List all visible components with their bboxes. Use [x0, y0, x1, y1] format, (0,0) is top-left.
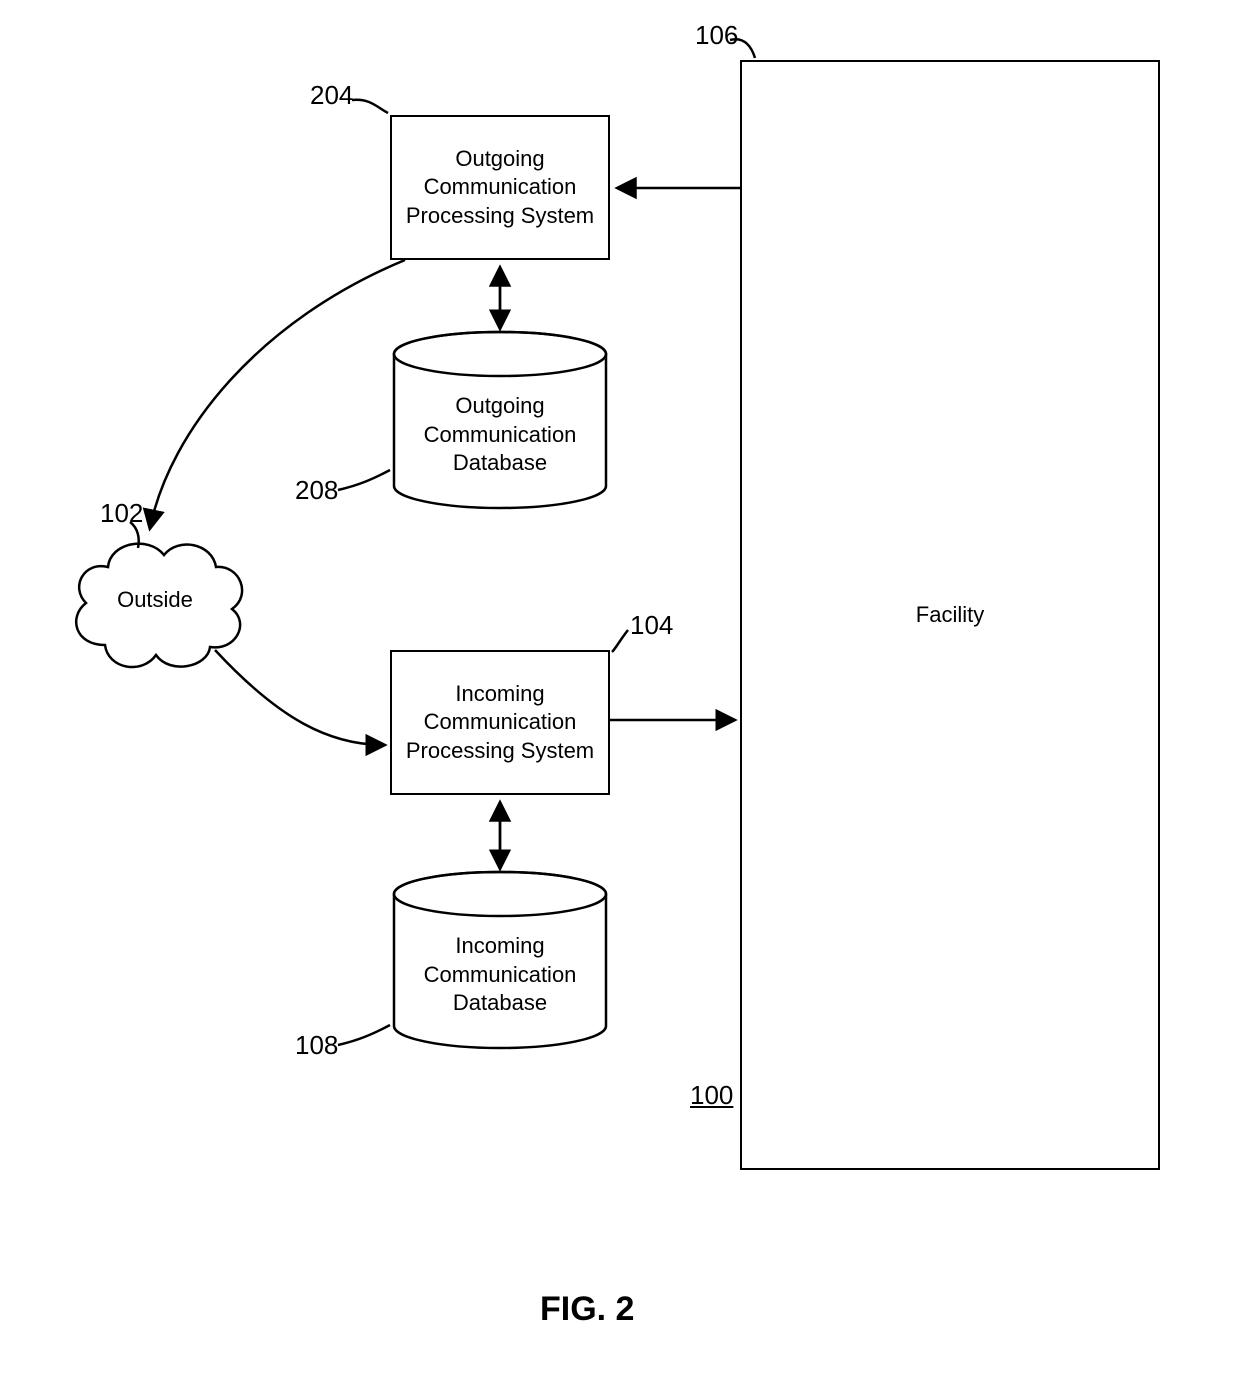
ref-102: 102 — [100, 498, 143, 529]
ref-204: 204 — [310, 80, 353, 111]
ref-208: 208 — [295, 475, 338, 506]
facility-box: Facility — [740, 60, 1160, 1170]
ref-108: 108 — [295, 1030, 338, 1061]
ref-104: 104 — [630, 610, 673, 641]
outside-label: Outside — [60, 587, 250, 613]
incoming-system-box: IncomingCommunicationProcessing System — [390, 650, 610, 795]
figure-caption: FIG. 2 — [540, 1290, 634, 1329]
outgoing-db-label: OutgoingCommunicationDatabase — [390, 392, 610, 478]
outgoing-system-label: OutgoingCommunicationProcessing System — [400, 139, 600, 237]
incoming-db-label: IncomingCommunicationDatabase — [390, 932, 610, 1018]
outside-cloud: Outside — [60, 525, 250, 680]
facility-label: Facility — [910, 595, 990, 636]
ref-100: 100 — [690, 1080, 733, 1111]
diagram-canvas: Facility OutgoingCommunicationProcessing… — [0, 0, 1240, 1391]
incoming-system-label: IncomingCommunicationProcessing System — [400, 674, 600, 772]
outgoing-db-cylinder: OutgoingCommunicationDatabase — [390, 330, 610, 510]
ref-106: 106 — [695, 20, 738, 51]
outgoing-system-box: OutgoingCommunicationProcessing System — [390, 115, 610, 260]
incoming-db-cylinder: IncomingCommunicationDatabase — [390, 870, 610, 1050]
